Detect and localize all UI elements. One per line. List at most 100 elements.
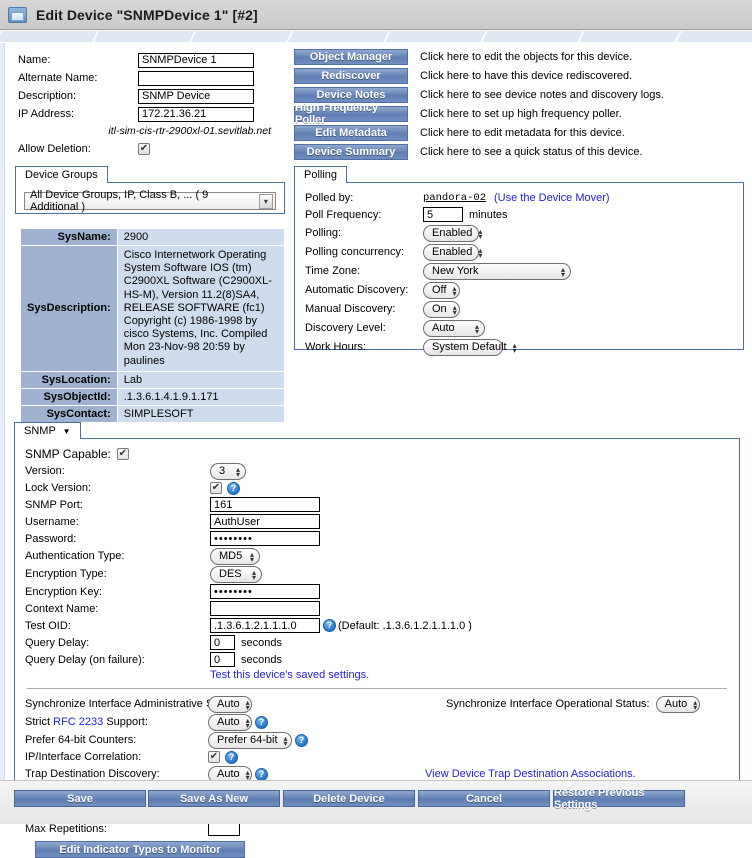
snmp-port-input[interactable] bbox=[210, 497, 320, 512]
discovery-level-select[interactable]: Auto ▴▾ bbox=[423, 320, 485, 337]
device-groups-select[interactable]: All Device Groups, IP, Class B, ... ( 9 … bbox=[24, 192, 276, 210]
test-saved-settings-link[interactable]: Test this device's saved settings. bbox=[210, 669, 369, 681]
polling-label: Polling: bbox=[305, 227, 423, 239]
snmp-capable-checkbox[interactable]: ✔ bbox=[117, 448, 129, 460]
alternate-name-label: Alternate Name: bbox=[18, 72, 138, 84]
restore-previous-settings-button[interactable]: Restore Previous Settings bbox=[553, 790, 685, 807]
username-label: Username: bbox=[25, 516, 210, 528]
stepper-arrows-icon: ▴▾ bbox=[246, 769, 250, 779]
save-as-new-button[interactable]: Save As New bbox=[148, 790, 280, 807]
resolved-hostname: itl-sim-cis-rtr-2900xl-01.sevitlab.net bbox=[108, 125, 271, 137]
window-title: Edit Device "SNMPDevice 1" [#2] bbox=[36, 7, 258, 23]
help-icon[interactable]: ? bbox=[225, 751, 238, 764]
poll-frequency-input[interactable] bbox=[423, 207, 463, 222]
strict-rfc-select[interactable]: Auto ▴▾ bbox=[208, 714, 252, 731]
device-groups-panel: Device Groups All Device Groups, IP, Cla… bbox=[15, 165, 285, 214]
polled-by-label: Polled by: bbox=[305, 192, 423, 204]
alternate-name-input[interactable] bbox=[138, 71, 254, 86]
snmp-tab-label: SNMP bbox=[24, 425, 56, 437]
encryption-type-value: DES bbox=[219, 568, 242, 580]
authentication-type-value: MD5 bbox=[219, 550, 242, 562]
stepper-arrows-icon: ▴▾ bbox=[452, 285, 456, 295]
polling-concurrency-value: Enabled bbox=[432, 246, 472, 258]
chevron-down-icon: ▾ bbox=[259, 194, 273, 209]
ip-interface-correlation-checkbox[interactable]: ✔ bbox=[208, 751, 220, 763]
polling-tab[interactable]: Polling bbox=[294, 166, 347, 183]
strict-rfc-suffix: Support: bbox=[103, 716, 148, 728]
prefer-64bit-label: Prefer 64-bit Counters: bbox=[25, 734, 208, 746]
context-name-label: Context Name: bbox=[25, 603, 210, 615]
help-icon[interactable]: ? bbox=[323, 619, 336, 632]
stepper-arrows-icon: ▴▾ bbox=[513, 342, 517, 352]
delete-device-button[interactable]: Delete Device bbox=[283, 790, 415, 807]
ip-address-input[interactable] bbox=[138, 107, 254, 122]
edit-metadata-hint: Click here to edit metadata for this dev… bbox=[420, 127, 625, 139]
save-button[interactable]: Save bbox=[14, 790, 146, 807]
automatic-discovery-label: Automatic Discovery: bbox=[305, 284, 423, 296]
cancel-button[interactable]: Cancel bbox=[418, 790, 550, 807]
snmp-tab[interactable]: SNMP ▼ bbox=[14, 422, 81, 439]
encryption-key-label: Encryption Key: bbox=[25, 586, 210, 598]
device-mover-link[interactable]: (Use the Device Mover) bbox=[494, 192, 610, 204]
rediscover-button[interactable]: Rediscover bbox=[294, 68, 408, 84]
stepper-arrows-icon: ▴▾ bbox=[246, 717, 250, 727]
context-name-input[interactable] bbox=[210, 601, 320, 616]
manual-discovery-label: Manual Discovery: bbox=[305, 303, 423, 315]
version-select[interactable]: 3 ▴▾ bbox=[210, 463, 246, 480]
sysobjectid-value: .1.3.6.1.4.1.9.1.171 bbox=[117, 388, 284, 405]
version-label: Version: bbox=[25, 465, 210, 477]
high-frequency-poller-button[interactable]: High Frequency Poller bbox=[294, 106, 408, 122]
authentication-type-select[interactable]: MD5 ▴▾ bbox=[210, 548, 260, 565]
strict-rfc-prefix: Strict bbox=[25, 716, 53, 728]
encryption-key-input[interactable] bbox=[210, 584, 320, 599]
prefer-64bit-value: Prefer 64-bit bbox=[217, 734, 278, 746]
stepper-arrows-icon: ▴▾ bbox=[693, 699, 697, 709]
object-manager-button[interactable]: Object Manager bbox=[294, 49, 408, 65]
description-label: Description: bbox=[18, 90, 138, 102]
sysdescription-value: Cisco Internetwork Operating System Soft… bbox=[117, 246, 284, 372]
manual-discovery-select[interactable]: On ▴▾ bbox=[423, 301, 460, 318]
description-input[interactable] bbox=[138, 89, 254, 104]
username-input[interactable] bbox=[210, 514, 320, 529]
help-icon[interactable]: ? bbox=[295, 734, 308, 747]
stepper-arrows-icon: ▴▾ bbox=[250, 551, 254, 561]
polling-concurrency-select[interactable]: Enabled ▴▾ bbox=[423, 244, 479, 261]
rediscover-hint: Click here to have this device rediscove… bbox=[420, 70, 632, 82]
ip-interface-correlation-label: IP/Interface Correlation: bbox=[25, 751, 208, 763]
help-icon[interactable]: ? bbox=[255, 768, 268, 781]
query-delay-input[interactable] bbox=[210, 635, 235, 650]
lock-version-checkbox[interactable]: ✔ bbox=[210, 482, 222, 494]
work-hours-select[interactable]: System Default ▴▾ bbox=[423, 339, 503, 356]
password-input[interactable] bbox=[210, 531, 320, 546]
test-oid-input[interactable] bbox=[210, 618, 320, 633]
device-notes-hint: Click here to see device notes and disco… bbox=[420, 89, 664, 101]
automatic-discovery-select[interactable]: Off ▴▾ bbox=[423, 282, 460, 299]
stepper-arrows-icon: ▴▾ bbox=[475, 323, 479, 333]
footer-bar: Save Save As New Delete Device Cancel Re… bbox=[0, 780, 752, 824]
allow-deletion-checkbox[interactable]: ✔ bbox=[138, 143, 150, 155]
sysobjectid-key: SysObjectId: bbox=[21, 388, 118, 405]
view-trap-associations-link[interactable]: View Device Trap Destination Association… bbox=[425, 768, 636, 780]
device-actions: Object Manager Click here to edit the ob… bbox=[294, 48, 744, 160]
edit-metadata-button[interactable]: Edit Metadata bbox=[294, 125, 408, 141]
edit-indicator-types-button[interactable]: Edit Indicator Types to Monitor bbox=[35, 841, 245, 858]
encryption-type-select[interactable]: DES ▴▾ bbox=[210, 566, 262, 583]
ip-address-label: IP Address: bbox=[18, 108, 138, 120]
sync-oper-status-select[interactable]: Auto ▴▾ bbox=[656, 696, 700, 713]
object-manager-hint: Click here to edit the objects for this … bbox=[420, 51, 632, 63]
device-notes-button[interactable]: Device Notes bbox=[294, 87, 408, 103]
device-summary-button[interactable]: Device Summary bbox=[294, 144, 408, 160]
query-delay-failure-input[interactable] bbox=[210, 652, 235, 667]
time-zone-select[interactable]: New York ▴▾ bbox=[423, 263, 571, 280]
window-titlebar: Edit Device "SNMPDevice 1" [#2] bbox=[0, 0, 752, 30]
name-input[interactable] bbox=[138, 53, 254, 68]
help-icon[interactable]: ? bbox=[255, 716, 268, 729]
polling-select[interactable]: Enabled ▴▾ bbox=[423, 225, 479, 242]
rfc-2233-link[interactable]: RFC 2233 bbox=[53, 716, 103, 728]
device-groups-tab[interactable]: Device Groups bbox=[15, 166, 108, 183]
test-oid-default-hint: (Default: .1.3.6.1.2.1.1.1.0 ) bbox=[338, 620, 472, 632]
prefer-64bit-select[interactable]: Prefer 64-bit ▴▾ bbox=[208, 732, 292, 749]
work-hours-label: Work Hours: bbox=[305, 341, 423, 353]
help-icon[interactable]: ? bbox=[227, 482, 240, 495]
sync-admin-status-select[interactable]: Auto ▴▾ bbox=[208, 696, 252, 713]
